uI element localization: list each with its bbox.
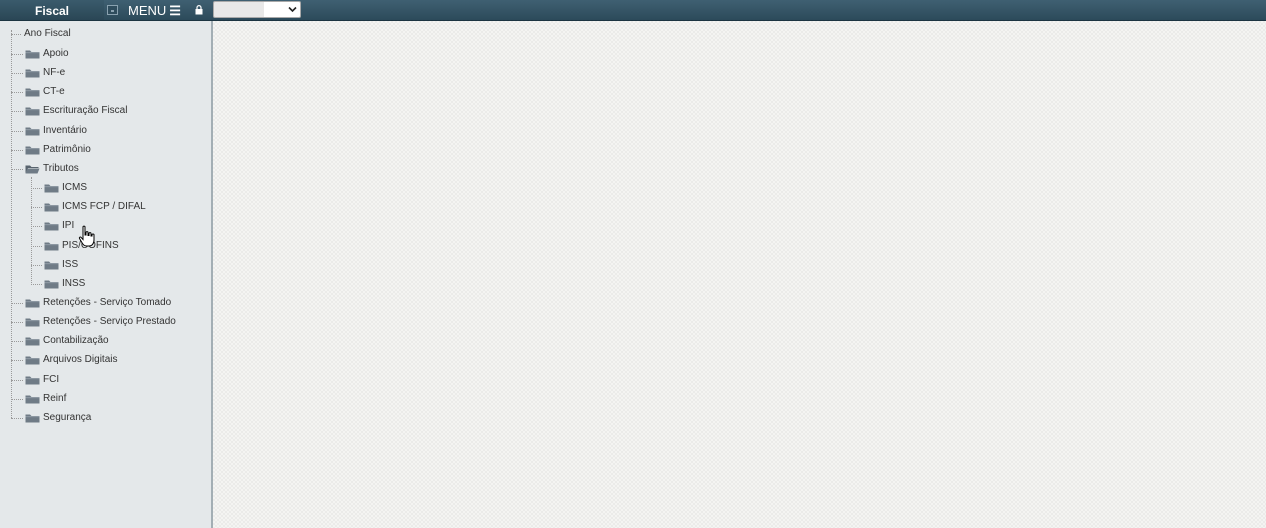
tree-connector (11, 341, 23, 342)
folder-open-icon (25, 165, 40, 174)
lock-icon[interactable] (195, 5, 203, 15)
context-select[interactable] (213, 1, 301, 18)
folder-icon (44, 242, 59, 251)
tree-item-label: Inventário (43, 125, 87, 136)
folder-icon (25, 127, 40, 136)
tree-item-label: Reinf (43, 393, 67, 404)
tree-connector (31, 284, 42, 285)
tree-item-label: Segurança (43, 412, 92, 423)
tree-item-label: NF-e (43, 67, 66, 78)
folder-icon (25, 299, 40, 308)
folder-icon (25, 376, 40, 385)
sidebar-tree: Ano Fiscal Apoio NF-e CT-e Escrituração Fis… (0, 21, 213, 528)
tree-item-label: IPI (62, 220, 75, 231)
folder-icon (25, 356, 40, 365)
tree-connector (31, 188, 42, 189)
menu-label: MENU (128, 3, 167, 18)
folder-icon (25, 395, 40, 404)
main-content-area (213, 21, 1266, 528)
tree-connector (31, 226, 42, 227)
tree-item-label: FCI (43, 374, 60, 385)
tree-connector (31, 265, 42, 266)
tree-connector (11, 399, 23, 400)
menu-button[interactable]: MENU ☰ (128, 2, 181, 18)
folder-icon (44, 280, 59, 289)
folder-icon (44, 184, 59, 193)
tree-item-label: INSS (62, 278, 86, 289)
module-title: Fiscal (0, 0, 104, 20)
tree-item-label: Retenções - Serviço Prestado (43, 316, 176, 327)
tree-connector (11, 360, 23, 361)
tree-connector (11, 169, 23, 170)
tree-item-label: Patrimônio (43, 144, 91, 155)
tree-item-label: Ano Fiscal (24, 28, 71, 39)
tree-connector (11, 418, 23, 419)
tree-item-label: ICMS (62, 182, 87, 193)
tree-connector (11, 92, 23, 93)
tree-item-label: Escrituração Fiscal (43, 105, 128, 116)
folder-icon (25, 107, 40, 116)
folder-icon (44, 203, 59, 212)
tree-item-label: Retenções - Serviço Tomado (43, 297, 172, 308)
hand-cursor-icon (78, 225, 95, 247)
tree-item-label: Arquivos Digitais (43, 354, 118, 365)
tree-connector (11, 380, 23, 381)
folder-icon (25, 88, 40, 97)
hamburger-icon: ☰ (169, 3, 181, 18)
folder-icon (25, 318, 40, 327)
tree-item-label: Contabilização (43, 335, 109, 346)
tree-item-label: Tributos (43, 163, 79, 174)
top-bar: Fiscal MENU ☰ (0, 0, 1266, 21)
chevron-down-icon (288, 6, 297, 13)
folder-icon (25, 414, 40, 423)
tree-connector (31, 246, 42, 247)
tree-connector (11, 322, 23, 323)
tree-item-label: ISS (62, 259, 79, 270)
window-icon[interactable] (107, 5, 118, 15)
folder-icon (44, 261, 59, 270)
folder-icon (25, 146, 40, 155)
tree-item-label: Apoio (43, 48, 69, 59)
tree-connector (11, 303, 23, 304)
tree-connector (11, 34, 21, 35)
tree-connector (31, 207, 42, 208)
folder-icon (25, 50, 40, 59)
tree-connector (11, 73, 23, 74)
tree-connector (11, 54, 23, 55)
folder-icon (25, 69, 40, 78)
folder-icon (44, 222, 59, 231)
tree-item-label: CT-e (43, 86, 65, 97)
tree-connector (11, 131, 23, 132)
tree-item-label: ICMS FCP / DIFAL (62, 201, 146, 212)
folder-icon (25, 337, 40, 346)
tree-connector (11, 150, 23, 151)
tree-guide-line (31, 177, 32, 283)
tree-connector (11, 111, 23, 112)
